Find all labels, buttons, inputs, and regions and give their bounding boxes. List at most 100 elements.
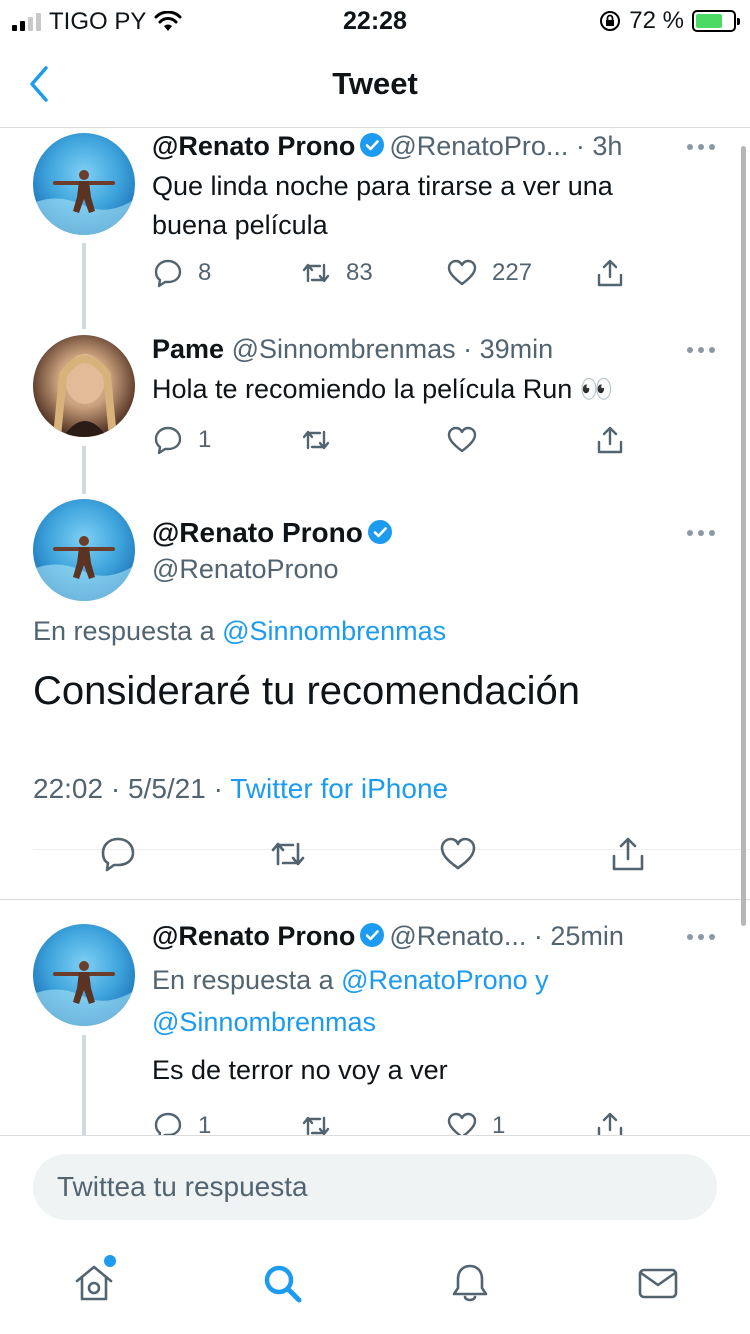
battery-icon: [692, 10, 740, 32]
like-count: 227: [492, 259, 533, 286]
mention-link[interactable]: @Sinnombrenmas: [222, 616, 446, 646]
verified-icon: [367, 520, 392, 544]
tweet-text: Consideraré tu recomendación: [33, 669, 580, 713]
retweet-count: 83: [346, 259, 373, 286]
divider: [0, 899, 750, 900]
reply-button[interactable]: 8: [152, 257, 211, 289]
nav-bar: Tweet: [0, 44, 750, 128]
like-count: 1: [492, 1112, 506, 1135]
tweet-time: 22:02: [33, 773, 104, 804]
tweet-item[interactable]: @Renato Prono @Renato... · 25min En respu…: [0, 919, 750, 1135]
tweet-header: @Renato Prono @RenatoPro... · 3h: [152, 131, 622, 162]
focused-actions: [0, 834, 750, 884]
reply-button[interactable]: 1: [152, 424, 211, 456]
reply-icon[interactable]: [98, 834, 138, 874]
reply-prefix: En respuesta a: [152, 965, 334, 995]
like-icon: [447, 1112, 477, 1135]
verified-icon: [360, 133, 385, 157]
handle[interactable]: @Renato...: [389, 921, 526, 951]
tweet-actions: 1: [152, 424, 632, 464]
tweet-text-line: buena película: [152, 210, 328, 240]
handle[interactable]: @RenatoProno: [152, 554, 339, 585]
notifications-icon[interactable]: [448, 1261, 492, 1305]
more-icon[interactable]: [686, 143, 716, 151]
retweet-icon: [302, 263, 330, 283]
tweet-item[interactable]: @Renato Prono @RenatoPro... · 3h Que lind…: [0, 129, 750, 334]
share-icon[interactable]: [608, 834, 648, 874]
retweet-icon: [302, 430, 330, 450]
retweet-button[interactable]: [300, 424, 346, 456]
retweet-button[interactable]: [300, 1110, 332, 1135]
like-icon: [447, 259, 477, 286]
more-icon[interactable]: [686, 346, 716, 354]
battery-percent: 72 %: [629, 7, 684, 34]
handle[interactable]: @Sinnombrenmas: [232, 334, 456, 364]
tweet-thread[interactable]: @Renato Prono @RenatoPro... · 3h Que lind…: [0, 129, 750, 1135]
avatar-image: [33, 536, 135, 601]
status-bar: TIGO PY 22:28 72 %: [0, 0, 750, 44]
share-button[interactable]: [594, 257, 626, 289]
notification-dot: [104, 1255, 116, 1267]
thread-line: [82, 446, 86, 494]
tweet-text: Hola te recomiendo la película Run 👀: [152, 374, 614, 404]
tweet-actions: 8 83 227: [152, 257, 632, 297]
avatar[interactable]: [33, 924, 135, 1026]
display-name[interactable]: @Renato Prono: [152, 517, 397, 549]
reply-icon: [154, 1112, 182, 1135]
retweet-icon[interactable]: [268, 834, 308, 874]
retweet-icon: [302, 1116, 330, 1135]
source-link[interactable]: Twitter for iPhone: [230, 773, 448, 804]
like-icon[interactable]: [438, 834, 478, 874]
reply-icon: [154, 259, 182, 288]
messages-icon[interactable]: [636, 1261, 680, 1305]
scrollbar[interactable]: [741, 146, 746, 926]
tweet-header: @Renato Prono @Renato... · 25min: [152, 921, 624, 952]
display-name[interactable]: @Renato Prono: [152, 921, 355, 951]
thread-line: [82, 243, 86, 329]
page-title: Tweet: [332, 66, 418, 101]
reply-context: En respuesta a @Sinnombrenmas: [33, 616, 446, 647]
timestamp: · 3h: [575, 131, 623, 161]
more-icon[interactable]: [686, 933, 716, 941]
verified-icon: [360, 923, 385, 947]
share-icon: [597, 1112, 623, 1135]
avatar[interactable]: [33, 499, 135, 601]
timestamp: · 25min: [533, 921, 624, 951]
status-right: 72 %: [599, 7, 740, 35]
like-button[interactable]: 1: [446, 1110, 505, 1135]
tweet-text: Es de terror no voy a ver: [152, 1055, 448, 1085]
like-button[interactable]: 227: [446, 257, 532, 289]
timestamp: · 39min: [463, 334, 554, 364]
more-icon[interactable]: [686, 529, 716, 537]
avatar[interactable]: [33, 335, 135, 437]
home-icon[interactable]: [72, 1261, 116, 1305]
reply-button[interactable]: 1: [152, 1110, 211, 1135]
search-icon[interactable]: [260, 1261, 304, 1305]
reply-input[interactable]: Twittea tu respuesta: [33, 1154, 717, 1220]
reply-count: 1: [198, 1112, 212, 1135]
tweet-date: 5/5/21: [127, 773, 206, 804]
share-icon: [597, 426, 623, 454]
mention-link[interactable]: @Sinnombrenmas: [152, 1007, 376, 1037]
share-button[interactable]: [594, 424, 626, 456]
share-button[interactable]: [594, 1110, 626, 1135]
tweet-actions: 1 1: [152, 1110, 632, 1135]
avatar[interactable]: [33, 133, 135, 235]
tweet-text-line: Que linda noche para tirarse a ver una: [152, 171, 613, 201]
tweet-meta: 22:02 · 5/5/21 · Twitter for iPhone: [33, 773, 449, 804]
thread-line: [82, 1035, 86, 1135]
tab-bar: [0, 1237, 750, 1334]
avatar-image: [33, 961, 135, 1026]
tweet-item[interactable]: Pame @Sinnombrenmas · 39min Hola te reco…: [0, 334, 750, 499]
tweet-header: Pame @Sinnombrenmas · 39min: [152, 334, 553, 365]
display-name[interactable]: Pame: [152, 334, 224, 364]
reply-count: 8: [198, 259, 212, 286]
share-icon: [597, 259, 623, 287]
retweet-button[interactable]: 83: [300, 257, 373, 289]
display-name-text: @Renato Prono: [152, 517, 363, 548]
display-name[interactable]: @Renato Prono: [152, 131, 355, 161]
like-button[interactable]: [446, 424, 492, 456]
mention-link[interactable]: @RenatoProno y: [341, 965, 549, 995]
handle[interactable]: @RenatoPro...: [389, 131, 568, 161]
reply-bar: Twittea tu respuesta: [0, 1135, 750, 1237]
